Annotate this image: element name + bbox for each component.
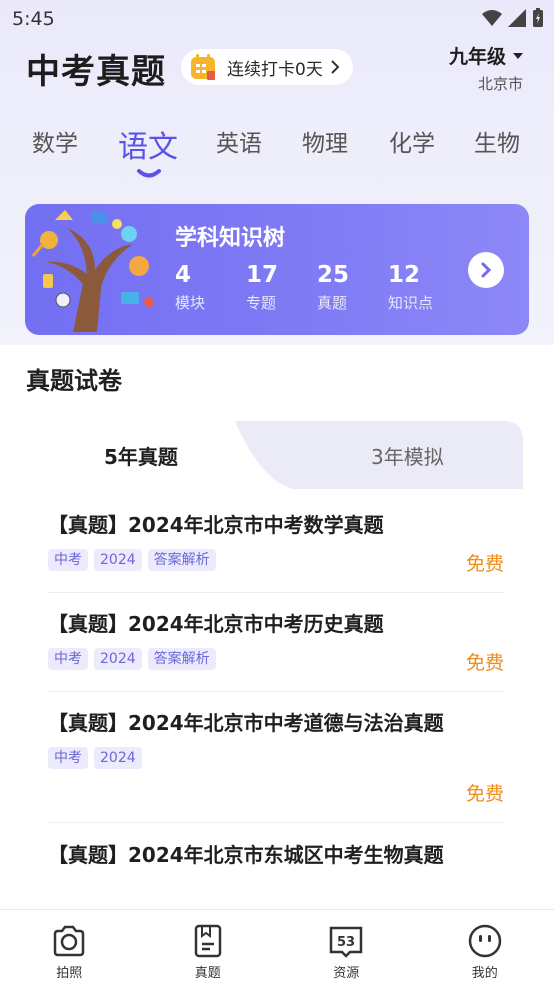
paper-title: 【真题】2024年北京市东城区中考生物真题 — [48, 843, 444, 867]
price-label: 免费 — [465, 553, 504, 575]
stat-real-exams: 25 真题 — [317, 262, 388, 313]
tag: 中考 — [48, 648, 88, 670]
svg-text:53: 53 — [337, 935, 355, 950]
subject-tabs: 数学 语文 英语 物理 化学 生物 — [0, 118, 554, 188]
list-item[interactable]: 【真题】2024年北京市东城区中考生物真题 — [48, 839, 504, 919]
tab-chemistry[interactable]: 化学 — [389, 124, 435, 158]
tag: 答案解析 — [147, 549, 216, 571]
knowledge-tree-go-button[interactable] — [468, 252, 504, 288]
nav-item-photo[interactable]: 拍照 — [0, 910, 139, 984]
paper-title: 【真题】2024年北京市中考历史真题 — [48, 612, 384, 636]
knowledge-tree-card[interactable]: 学科知识树 4 模块 17 专题 25 真题 12 知识点 — [25, 204, 529, 335]
checkin-button[interactable]: 连续打卡0天 — [181, 49, 353, 85]
paper-icon — [194, 924, 221, 958]
stat-label: 专题 — [246, 294, 277, 312]
grade-label: 九年级 — [448, 46, 506, 68]
paper-tabs: 5年真题 3年模拟 — [30, 421, 523, 489]
paper-tags: 中考 2024 答案解析 — [48, 549, 504, 571]
nav-label: 资源 — [333, 966, 360, 981]
checkin-label: 连续打卡0天 — [227, 59, 323, 80]
active-tab-indicator — [137, 169, 161, 178]
calendar-icon — [191, 54, 215, 80]
tag: 2024 — [94, 747, 142, 769]
paper-tags: 中考 2024 答案解析 — [48, 648, 504, 670]
tab-biology[interactable]: 生物 — [474, 124, 520, 158]
tab-chinese[interactable]: 语文 — [118, 122, 178, 166]
signal-icon — [508, 9, 526, 27]
stat-modules: 4 模块 — [175, 262, 246, 313]
nav-item-resources[interactable]: 53 资源 — [277, 910, 416, 984]
chevron-right-icon — [331, 60, 340, 74]
tab-physics[interactable]: 物理 — [302, 124, 348, 158]
tag: 答案解析 — [147, 648, 216, 670]
stat-value: 12 — [388, 262, 421, 288]
tag: 2024 — [94, 648, 142, 670]
stat-value: 4 — [175, 262, 192, 288]
tab-5-year-real[interactable]: 5年真题 — [104, 441, 178, 470]
tag: 中考 — [48, 549, 88, 571]
chevron-right-icon — [481, 262, 492, 278]
stat-label: 模块 — [175, 294, 206, 312]
stat-label: 知识点 — [388, 294, 434, 312]
stat-value: 25 — [317, 262, 350, 288]
stat-topics: 17 专题 — [246, 262, 317, 313]
stat-label: 真题 — [317, 294, 348, 312]
nav-item-papers[interactable]: 真题 — [139, 910, 278, 984]
tab-math[interactable]: 数学 — [32, 124, 78, 158]
stat-knowledge-points: 12 知识点 — [388, 262, 459, 313]
tab-english[interactable]: 英语 — [216, 124, 262, 158]
page-title: 中考真题 — [26, 52, 166, 92]
city-label: 北京市 — [477, 75, 523, 93]
price-label: 免费 — [465, 783, 504, 805]
camera-icon — [54, 925, 85, 957]
knowledge-tree-illustration — [31, 210, 154, 332]
battery-icon — [533, 8, 543, 27]
tab-3-year-mock[interactable]: 3年模拟 — [371, 441, 444, 470]
status-time: 5:45 — [12, 8, 55, 30]
status-icons — [482, 8, 544, 28]
tag: 中考 — [48, 747, 88, 769]
list-item[interactable]: 【真题】2024年北京市中考道德与法治真题 中考 2024 免费 — [48, 707, 504, 823]
caret-down-icon — [513, 52, 523, 59]
nav-label: 拍照 — [56, 966, 83, 981]
price-label: 免费 — [465, 652, 504, 674]
nav-item-profile[interactable]: 我的 — [416, 910, 554, 984]
nav-label: 我的 — [471, 966, 498, 981]
grade-selector[interactable]: 九年级 — [449, 42, 524, 69]
profile-face-icon — [468, 924, 501, 958]
section-title: 真题试卷 — [26, 367, 122, 395]
nav-label: 真题 — [194, 966, 221, 981]
status-bar: 5:45 — [0, 0, 554, 36]
tag: 2024 — [94, 549, 142, 571]
knowledge-tree-title: 学科知识树 — [175, 226, 286, 251]
paper-title: 【真题】2024年北京市中考道德与法治真题 — [48, 711, 444, 735]
wifi-icon — [482, 10, 502, 26]
paper-tags: 中考 2024 — [48, 747, 504, 769]
stat-value: 17 — [246, 262, 279, 288]
paper-title: 【真题】2024年北京市中考数学真题 — [48, 513, 384, 537]
list-item[interactable]: 【真题】2024年北京市中考数学真题 中考 2024 答案解析 免费 — [48, 509, 504, 593]
list-item[interactable]: 【真题】2024年北京市中考历史真题 中考 2024 答案解析 免费 — [48, 608, 504, 692]
bottom-nav: 拍照 真题 53 资源 我的 — [0, 909, 554, 984]
knowledge-tree-stats: 4 模块 17 专题 25 真题 12 知识点 — [175, 262, 459, 313]
resource-53-icon: 53 — [330, 926, 363, 958]
